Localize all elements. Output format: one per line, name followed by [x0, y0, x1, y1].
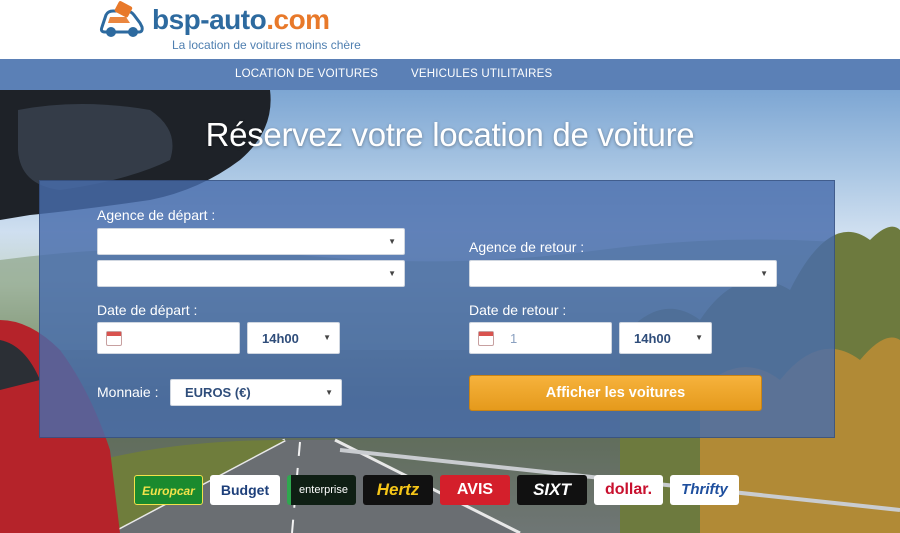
show-cars-button[interactable]: Afficher les voitures [469, 375, 762, 411]
return-date-value: 1 [510, 331, 518, 346]
chevron-down-icon: ▼ [323, 333, 331, 342]
enterprise-logo: enterprise [287, 475, 356, 505]
pickup-country-select[interactable]: ▼ [97, 228, 405, 255]
calendar-icon [478, 331, 494, 346]
main-nav: LOCATION DE VOITURES VEHICULES UTILITAIR… [0, 59, 900, 90]
dollar-logo: dollar. [594, 475, 663, 505]
return-date-label: Date de retour : [469, 302, 567, 318]
budget-logo: Budget [210, 475, 280, 505]
logo-tagline: La location de voitures moins chère [172, 38, 361, 52]
hero-section: Réservez votre location de voiture Agenc… [0, 90, 900, 533]
europcar-logo: Europcar [134, 475, 203, 505]
pickup-agency-label: Agence de départ : [97, 207, 216, 223]
car-logo-icon [99, 1, 144, 37]
chevron-down-icon: ▼ [325, 388, 333, 397]
calendar-icon [106, 331, 122, 346]
currency-label: Monnaie : [97, 384, 159, 400]
departure-hour-select[interactable]: 14h00 ▼ [247, 322, 340, 354]
thrifty-logo: Thrifty [670, 475, 739, 505]
sixt-logo: SIXT [517, 475, 587, 505]
avis-logo: AVIS [440, 475, 510, 505]
hero-title: Réservez votre location de voiture [205, 116, 695, 153]
chevron-down-icon: ▼ [695, 333, 703, 342]
return-hour-select[interactable]: 14h00 ▼ [619, 322, 712, 354]
return-agency-select[interactable]: ▼ [469, 260, 777, 287]
booking-form-panel: Agence de départ : ▼ ▼ Agence de retour … [39, 180, 835, 438]
nav-item-utility-vehicles[interactable]: VEHICULES UTILITAIRES [411, 59, 552, 90]
departure-hour-value: 14h00 [262, 331, 299, 346]
logo-tld: .com [266, 4, 330, 35]
return-date-input[interactable]: 1 [469, 322, 612, 354]
hertz-logo: Hertz [363, 475, 433, 505]
departure-date-label: Date de départ : [97, 302, 198, 318]
return-hour-value: 14h00 [634, 331, 671, 346]
currency-value: EUROS (€) [185, 385, 251, 400]
chevron-down-icon: ▼ [760, 269, 768, 278]
nav-item-car-rental[interactable]: LOCATION DE VOITURES [235, 59, 378, 90]
currency-select[interactable]: EUROS (€) ▼ [170, 379, 342, 406]
chevron-down-icon: ▼ [388, 269, 396, 278]
logo-name: bsp-auto [152, 4, 267, 35]
departure-date-input[interactable] [97, 322, 240, 354]
return-agency-label: Agence de retour : [469, 239, 585, 255]
logo-wordmark: bsp-auto.com [152, 4, 330, 36]
site-header: bsp-auto.com La location de voitures moi… [0, 0, 900, 59]
pickup-agency-select[interactable]: ▼ [97, 260, 405, 287]
site-logo[interactable]: bsp-auto.com La location de voitures moi… [96, 0, 396, 59]
chevron-down-icon: ▼ [388, 237, 396, 246]
